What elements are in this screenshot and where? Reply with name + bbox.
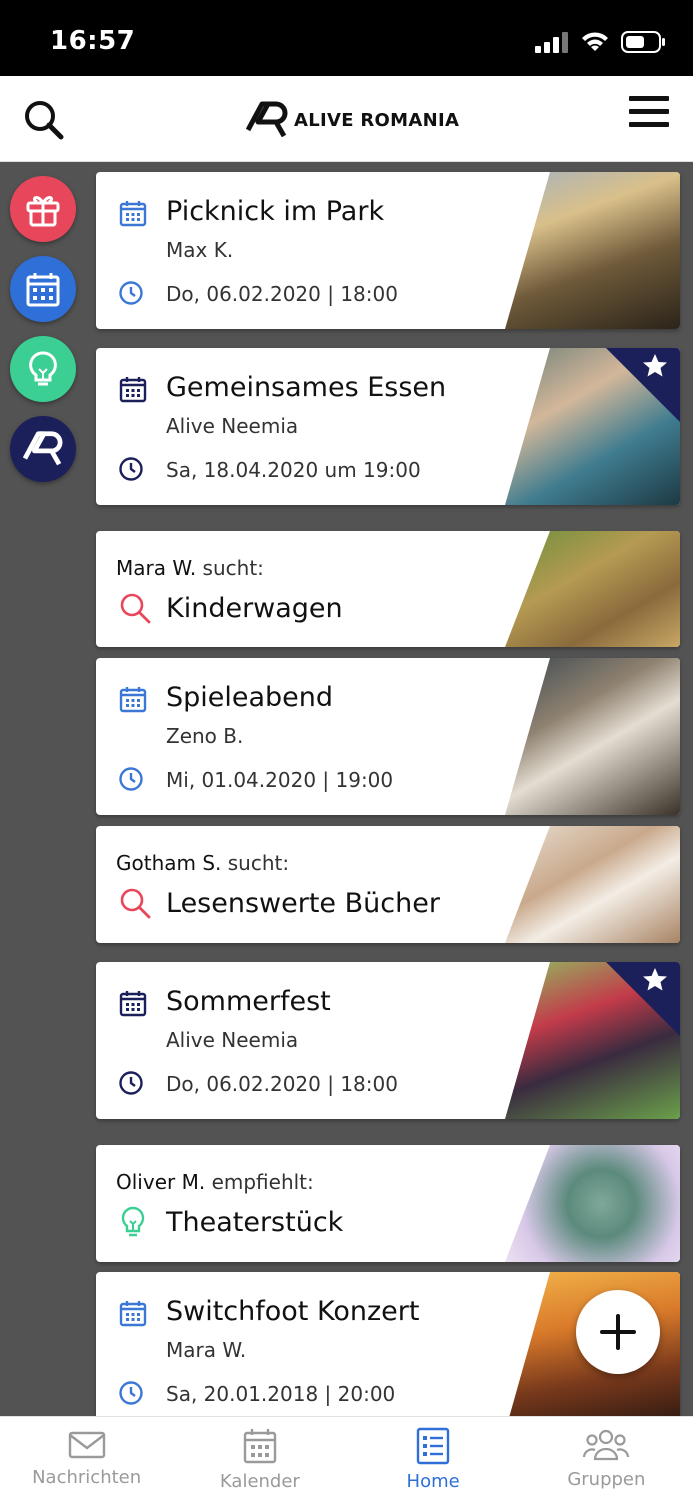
search-author-line: Mara W. sucht:	[116, 556, 264, 580]
tab-bar: Nachrichten Kalender Home Gruppen	[0, 1416, 693, 1500]
calendar-icon	[119, 991, 147, 1017]
rail-alive-button[interactable]	[10, 416, 76, 482]
event-date: Sa, 18.04.2020 um 19:00	[166, 458, 421, 482]
group-icon	[583, 1429, 630, 1461]
search-icon	[120, 593, 151, 624]
status-time: 16:57	[50, 26, 136, 56]
calendar-icon	[26, 273, 60, 307]
rail-calendar-button[interactable]	[10, 256, 76, 322]
recommend-author-line: Oliver M. empfiehlt:	[116, 1170, 314, 1194]
status-bar: 16:57	[0, 0, 693, 76]
event-organizer: Max K.	[166, 238, 234, 262]
alive-logo-icon	[23, 431, 63, 466]
calendar-icon	[119, 687, 147, 713]
event-title: Gemeinsames Essen	[166, 372, 447, 403]
calendar-icon	[119, 377, 147, 403]
status-icons	[535, 30, 667, 54]
rail-idea-button[interactable]	[10, 336, 76, 402]
tab-label: Nachrichten	[32, 1467, 142, 1488]
hamburger-line	[629, 122, 669, 127]
list-icon	[416, 1427, 450, 1465]
event-card[interactable]: Picknick im Park Max K. Do, 06.02.2020 |…	[96, 172, 680, 329]
rail-gift-button[interactable]	[10, 176, 76, 242]
tab-kalender[interactable]: Kalender	[173, 1417, 346, 1500]
author-name: Gotham S.	[116, 851, 222, 875]
hamburger-line	[629, 109, 669, 114]
recommend-title: Theaterstück	[166, 1207, 344, 1238]
author-verb: sucht:	[202, 556, 264, 580]
recommend-photo	[505, 1145, 680, 1262]
featured-star-icon	[606, 962, 680, 1036]
search-photo	[505, 826, 680, 943]
event-organizer: Zeno B.	[166, 724, 244, 748]
recommend-card[interactable]: Oliver M. empfiehlt: Theaterstück	[96, 1145, 680, 1262]
event-card[interactable]: Spieleabend Zeno B. Mi, 01.04.2020 | 19:…	[96, 658, 680, 815]
search-icon	[120, 888, 151, 919]
logo-text: ALIVE ROMANIA	[294, 109, 460, 131]
event-title: Picknick im Park	[166, 196, 385, 227]
clock-icon	[119, 767, 143, 791]
app-logo: ALIVE ROMANIA	[246, 100, 459, 140]
clock-icon	[119, 1381, 143, 1405]
clock-icon	[119, 457, 143, 481]
event-photo	[505, 658, 680, 815]
search-photo	[505, 531, 680, 647]
tab-gruppen[interactable]: Gruppen	[520, 1417, 693, 1500]
author-name: Mara W.	[116, 556, 197, 580]
lightbulb-icon	[121, 1206, 145, 1237]
tab-label: Gruppen	[567, 1469, 646, 1490]
tab-label: Home	[406, 1471, 460, 1492]
lightbulb-icon	[29, 351, 57, 386]
event-organizer: Alive Neemia	[166, 1028, 299, 1052]
event-title: Sommerfest	[166, 986, 331, 1017]
mail-icon	[68, 1431, 105, 1459]
battery-icon	[621, 31, 665, 53]
tab-label: Kalender	[219, 1471, 300, 1492]
tab-home[interactable]: Home	[347, 1417, 520, 1500]
event-card[interactable]: Gemeinsames Essen Alive Neemia Sa, 18.04…	[96, 348, 680, 505]
search-button[interactable]	[22, 98, 66, 142]
plus-icon	[600, 1314, 636, 1350]
featured-star-icon	[606, 348, 680, 422]
author-name: Oliver M.	[116, 1170, 206, 1194]
search-card[interactable]: Mara W. sucht: Kinderwagen	[96, 531, 680, 647]
event-title: Switchfoot Konzert	[166, 1296, 420, 1327]
author-verb: empfiehlt:	[211, 1170, 314, 1194]
search-icon	[25, 101, 64, 140]
event-date: Sa, 20.01.2018 | 20:00	[166, 1382, 396, 1406]
event-date: Mi, 01.04.2020 | 19:00	[166, 768, 394, 792]
event-photo	[505, 172, 680, 329]
clock-icon	[119, 281, 143, 305]
event-organizer: Mara W.	[166, 1338, 247, 1362]
hamburger-line	[629, 96, 669, 101]
tab-nachrichten[interactable]: Nachrichten	[0, 1417, 173, 1500]
clock-icon	[119, 1071, 143, 1095]
alive-logo-icon	[246, 101, 288, 138]
signal-icon	[535, 32, 568, 53]
search-title: Lesenswerte Bücher	[166, 888, 440, 919]
event-date: Do, 06.02.2020 | 18:00	[166, 282, 398, 306]
calendar-icon	[119, 1301, 147, 1327]
gift-icon	[26, 196, 60, 227]
author-verb: sucht:	[227, 851, 290, 875]
wifi-icon	[582, 32, 608, 51]
calendar-icon	[243, 1429, 277, 1464]
app-header: ALIVE ROMANIA	[0, 76, 693, 162]
search-author-line: Gotham S. sucht:	[116, 851, 289, 875]
event-date: Do, 06.02.2020 | 18:00	[166, 1072, 398, 1096]
event-organizer: Alive Neemia	[166, 414, 299, 438]
search-title: Kinderwagen	[166, 593, 343, 624]
side-rail	[10, 176, 78, 496]
event-title: Spieleabend	[166, 682, 334, 713]
calendar-icon	[119, 201, 147, 227]
menu-button[interactable]	[629, 96, 669, 132]
search-card[interactable]: Gotham S. sucht: Lesenswerte Bücher	[96, 826, 680, 943]
add-button[interactable]	[576, 1290, 660, 1374]
event-card[interactable]: Sommerfest Alive Neemia Do, 06.02.2020 |…	[96, 962, 680, 1119]
